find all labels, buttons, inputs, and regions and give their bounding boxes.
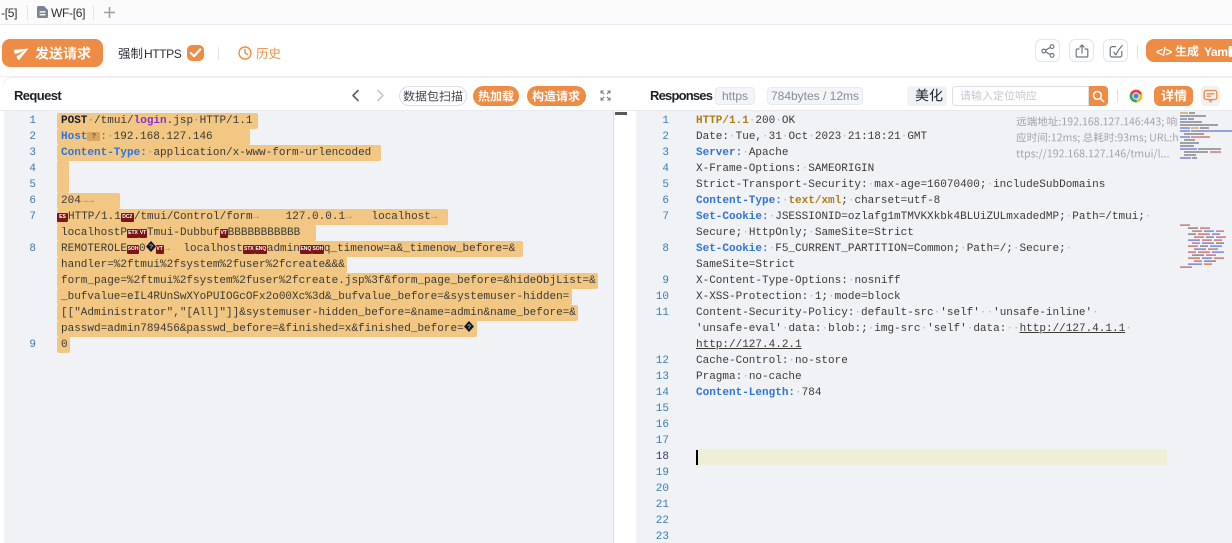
svg-text:?: ? bbox=[467, 324, 471, 331]
svg-text:?: ? bbox=[149, 244, 153, 251]
